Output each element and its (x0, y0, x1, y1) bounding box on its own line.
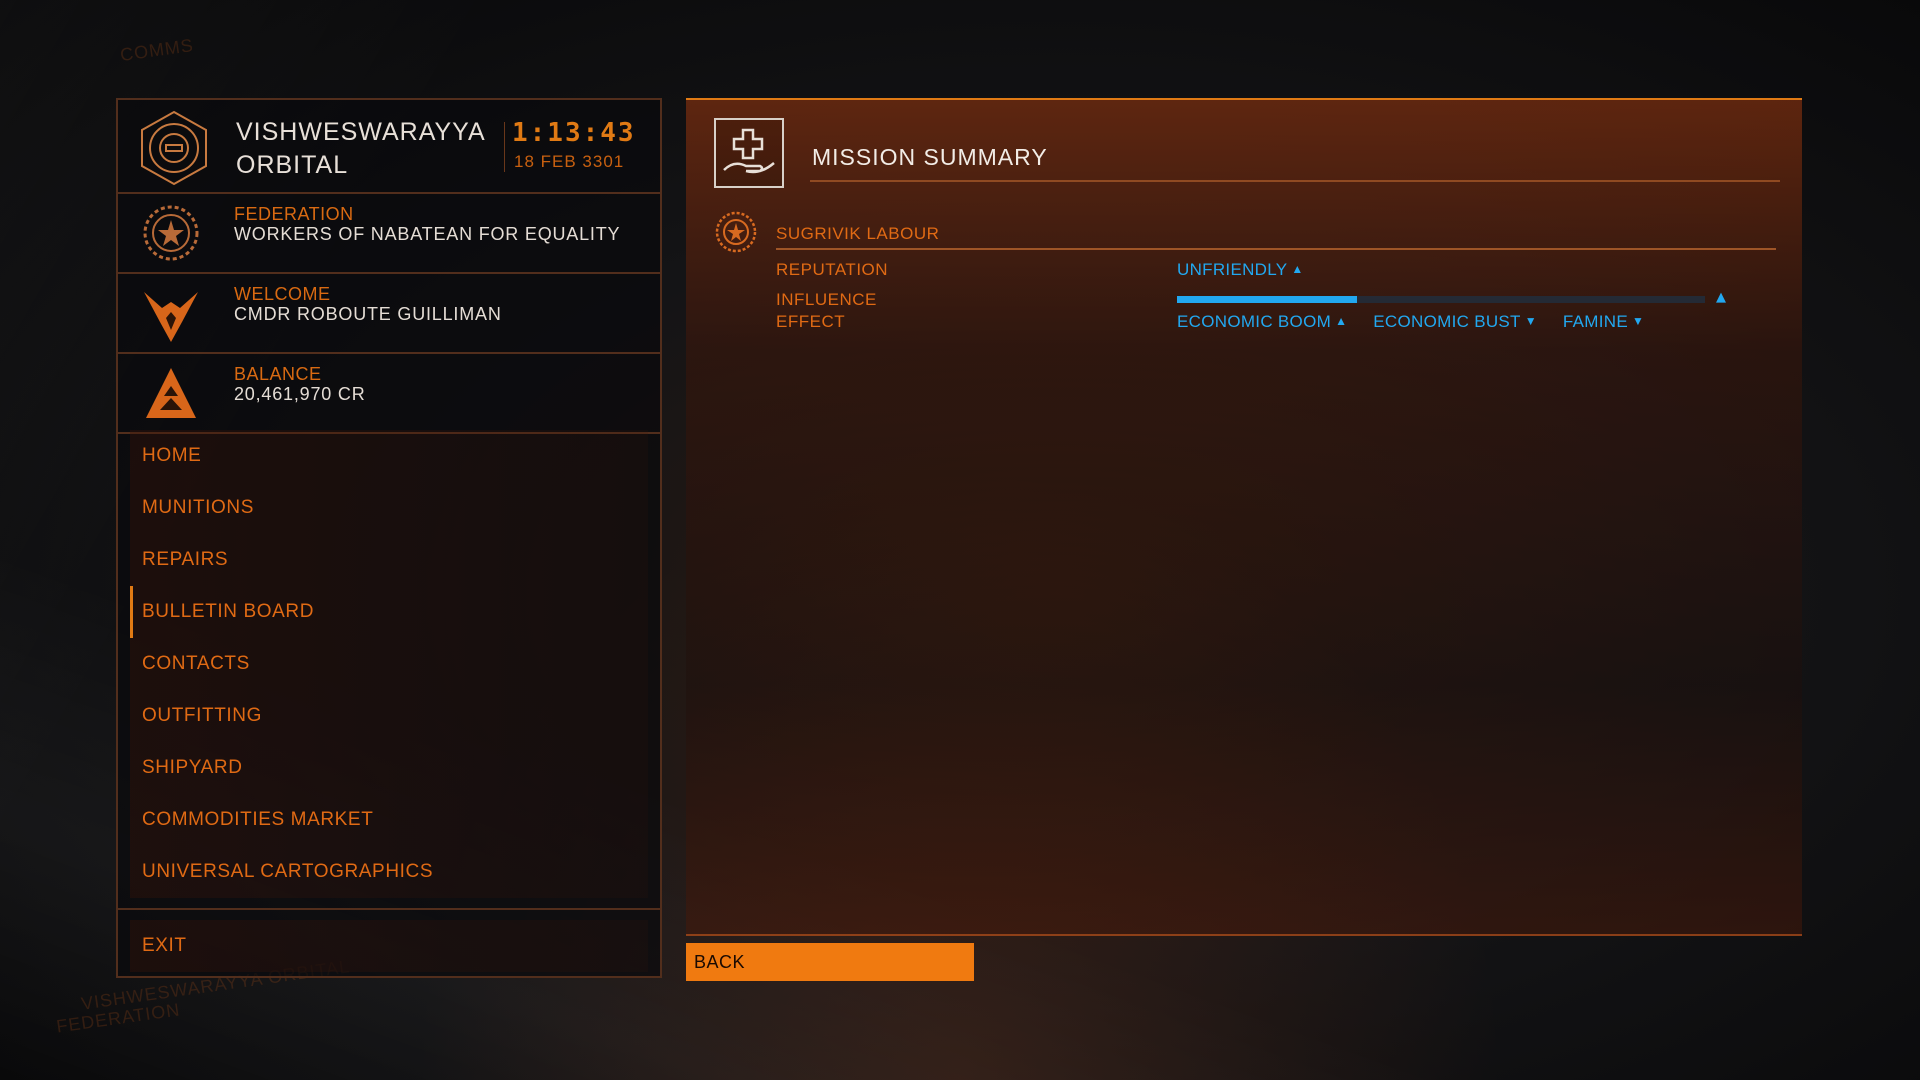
effect-economic-boom: ECONOMIC BOOM ▲ (1177, 312, 1347, 332)
station-name-line1: VISHWESWARAYYA (236, 118, 486, 146)
reputation-up-icon: ▲ (1291, 262, 1304, 276)
mission-summary-panel: MISSION SUMMARY SUGRIVIK LABOUR REPUTATI… (686, 98, 1802, 936)
menu-item-universal-cartographics[interactable]: UNIVERSAL CARTOGRAPHICS (130, 846, 648, 898)
menu-item-shipyard[interactable]: SHIPYARD (130, 742, 648, 794)
menu-item-home[interactable]: HOME (130, 430, 648, 482)
title-underline (810, 180, 1780, 182)
medical-aid-icon (714, 118, 784, 188)
effect-down-icon: ▼ (1632, 314, 1645, 328)
menu-item-bulletin-board[interactable]: BULLETIN BOARD (130, 586, 648, 638)
effect-down-icon: ▼ (1524, 314, 1537, 328)
menu-item-outfitting[interactable]: OUTFITTING (130, 690, 648, 742)
menu-item-contacts[interactable]: CONTACTS (130, 638, 648, 690)
header-divider (504, 122, 505, 172)
station-name: VISHWESWARAYYA ORBITAL (236, 116, 506, 182)
station-header: VISHWESWARAYYA ORBITAL 1:13:43 18 FEB 33… (118, 100, 660, 194)
trade-rank-icon (140, 362, 202, 424)
station-services-panel: VISHWESWARAYYA ORBITAL 1:13:43 18 FEB 33… (116, 98, 662, 978)
menu-item-munitions[interactable]: MUNITIONS (130, 482, 648, 534)
faction-underline (776, 248, 1776, 250)
menu-item-commodities-market[interactable]: COMMODITIES MARKET (130, 794, 648, 846)
effect-label-text: ECONOMIC BOOM (1177, 312, 1332, 331)
effect-famine: FAMINE ▼ (1563, 312, 1644, 332)
reputation-value: UNFRIENDLY ▲ (1177, 260, 1304, 280)
mission-summary-title: MISSION SUMMARY (812, 144, 1048, 170)
balance-label: BALANCE (234, 364, 322, 384)
effect-label-text: ECONOMIC BUST (1373, 312, 1521, 331)
balance-value: 20,461,970 CR (234, 384, 366, 404)
panel-bottom-border (686, 934, 1802, 936)
menu-item-exit[interactable]: EXIT (130, 920, 648, 972)
effect-economic-bust: ECONOMIC BUST ▼ (1373, 312, 1537, 332)
faction-value: WORKERS OF NABATEAN FOR EQUALITY (234, 224, 621, 244)
mission-faction-name: SUGRIVIK LABOUR (776, 224, 940, 243)
influence-bar-fill (1177, 296, 1357, 303)
influence-up-icon: ▲ (1716, 290, 1726, 305)
commander-name: CMDR ROBOUTE GUILLIMAN (234, 304, 502, 324)
welcome-label: WELCOME (234, 284, 331, 304)
welcome-row: WELCOME CMDR ROBOUTE GUILLIMAN (118, 274, 660, 354)
station-emblem-icon (136, 110, 212, 186)
station-services-menu: HOME MUNITIONS REPAIRS BULLETIN BOARD CO… (118, 430, 660, 972)
balance-row: BALANCE 20,461,970 CR (118, 354, 660, 434)
menu-item-repairs[interactable]: REPAIRS (130, 534, 648, 586)
menu-divider (118, 908, 660, 910)
influence-label: INFLUENCE (776, 290, 877, 309)
faction-row: FEDERATION WORKERS OF NABATEAN FOR EQUAL… (118, 194, 660, 274)
back-button[interactable]: BACK (686, 943, 974, 981)
game-clock: 1:13:43 (512, 118, 636, 148)
influence-bar (1177, 296, 1705, 303)
rank-wings-icon (140, 282, 202, 344)
federation-emblem-icon (140, 202, 202, 264)
effect-label-text: FAMINE (1562, 312, 1629, 331)
effect-label: EFFECT (776, 312, 846, 331)
effects-list: ECONOMIC BOOM ▲ ECONOMIC BUST ▼ FAMINE ▼ (1177, 312, 1644, 332)
reputation-label: REPUTATION (776, 260, 889, 279)
faction-label: FEDERATION (234, 204, 354, 224)
background-comms-label: COMMS (118, 34, 195, 66)
game-date: 18 FEB 3301 (514, 152, 625, 171)
reputation-text: UNFRIENDLY (1177, 260, 1288, 279)
effect-up-icon: ▲ (1335, 314, 1348, 328)
station-name-line2: ORBITAL (236, 151, 349, 179)
faction-emblem-icon (714, 210, 758, 254)
